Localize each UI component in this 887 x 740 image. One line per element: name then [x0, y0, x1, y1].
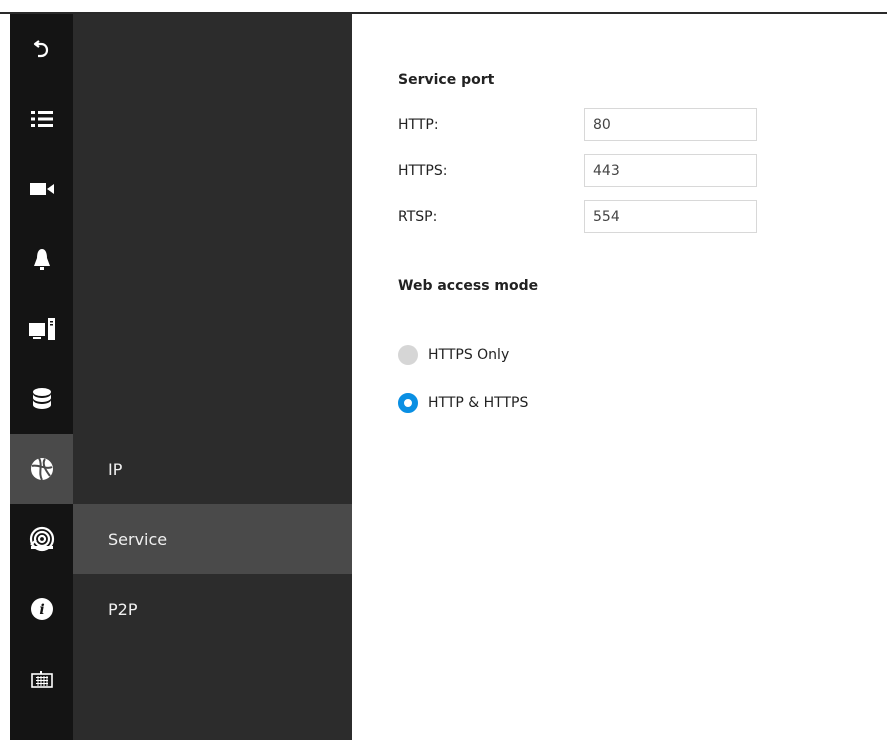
service-settings-panel: Service port HTTP: HTTPS: RTSP: Web acce…: [352, 14, 887, 740]
rtsp-port-input[interactable]: [584, 200, 757, 233]
network-submenu: IP Service P2P: [73, 14, 352, 740]
rail-item-info[interactable]: i: [10, 574, 73, 644]
list-icon: [30, 111, 53, 127]
submenu-item-ip[interactable]: IP: [73, 434, 352, 504]
https-port-label: HTTPS:: [398, 163, 448, 179]
rail-item-event[interactable]: [10, 224, 73, 294]
radio-label: HTTP & HTTPS: [428, 395, 529, 411]
web-access-mode-heading: Web access mode: [398, 278, 539, 294]
keyboard-icon: [30, 671, 53, 688]
svg-text:i: i: [39, 602, 44, 618]
radio-label: HTTPS Only: [428, 347, 510, 363]
video-camera-icon: [29, 183, 54, 195]
http-port-input[interactable]: [584, 108, 757, 141]
submenu-item-label: IP: [108, 459, 123, 479]
info-icon: i: [30, 598, 53, 620]
rail-item-system[interactable]: [10, 294, 73, 364]
rail-item-video[interactable]: [10, 154, 73, 224]
radio-button-selected[interactable]: [398, 393, 418, 413]
submenu-item-label: Service: [108, 529, 168, 549]
monitor-icon: [28, 318, 55, 340]
submenu-item-service[interactable]: Service: [73, 504, 352, 574]
back-button[interactable]: [10, 14, 73, 84]
submenu-item-p2p[interactable]: P2P: [73, 574, 352, 644]
bell-icon: [33, 249, 50, 270]
https-port-input[interactable]: [584, 154, 757, 187]
radio-https-only[interactable]: HTTPS Only: [398, 345, 509, 365]
submenu-item-label: P2P: [108, 599, 138, 619]
rail-item-storage[interactable]: [10, 364, 73, 434]
radio-http-and-https[interactable]: HTTP & HTTPS: [398, 393, 528, 413]
network-globe-icon: [30, 457, 53, 481]
http-port-label: HTTP:: [398, 117, 439, 133]
rtsp-port-label: RTSP:: [398, 209, 438, 225]
security-icon: [29, 526, 54, 552]
rail-item-keyboard[interactable]: [10, 644, 73, 714]
icon-rail: i: [10, 14, 73, 740]
back-icon: [33, 40, 48, 58]
service-port-heading: Service port: [398, 72, 495, 88]
database-icon: [32, 388, 51, 409]
rail-item-network[interactable]: [10, 434, 73, 504]
rail-item-security[interactable]: [10, 504, 73, 574]
radio-button-unselected[interactable]: [398, 345, 418, 365]
rail-item-list[interactable]: [10, 84, 73, 154]
